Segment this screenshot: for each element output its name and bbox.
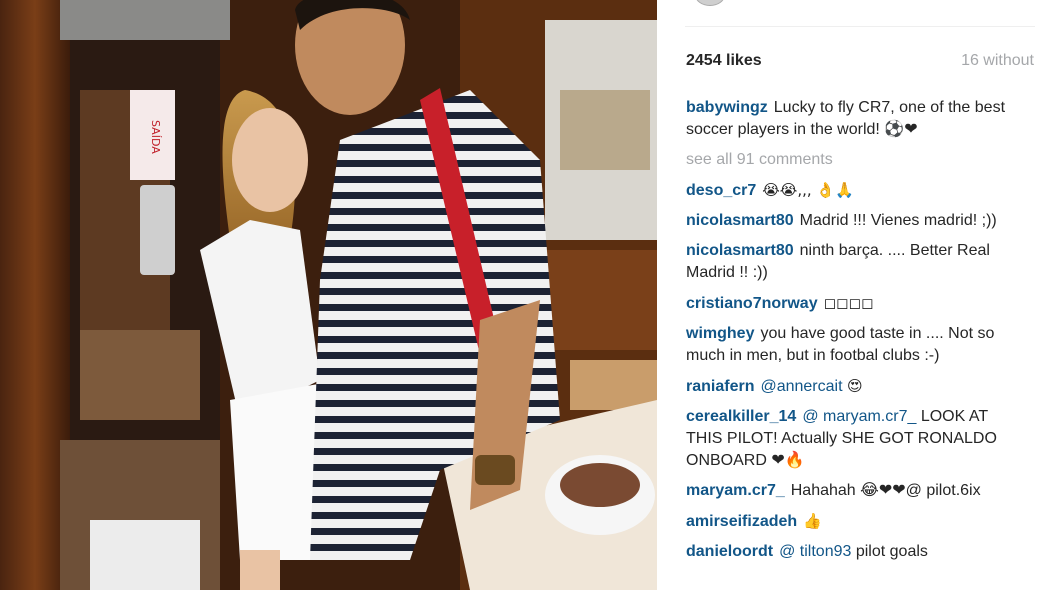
caption-username[interactable]: babywingz (686, 99, 768, 116)
list-item: nicolasmart80 ninth barça. .... Better Re… (686, 240, 1026, 284)
list-item: danieloordt @ tilton93 pilot goals (686, 541, 1026, 563)
comment-text: ◻◻◻◻ (823, 294, 874, 312)
comment-username[interactable]: deso_cr7 (686, 182, 756, 199)
comment-mention[interactable]: @ tilton93 (779, 543, 851, 560)
post-time[interactable]: 16 without (961, 52, 1034, 70)
comment-mention[interactable]: @ maryam.cr7_ (802, 408, 916, 425)
comment-mention[interactable]: @annercait (760, 378, 842, 395)
comment-username[interactable]: raniafern (686, 378, 754, 395)
list-item: cerealkiller_14 @ maryam.cr7_ LOOK AT THI… (686, 406, 1026, 472)
divider (685, 26, 1035, 27)
comment-text: Madrid !!! Vienes madrid! ;)) (799, 212, 997, 229)
comment-username[interactable]: nicolasmart80 (686, 212, 794, 229)
list-item: nicolasmart80 Madrid !!! Vienes madrid! ;… (686, 210, 1026, 232)
comment-text: pilot goals (855, 543, 928, 560)
list-item: raniafern @annercait 😍 (686, 375, 1026, 398)
comments-panel: 2454 likes 16 without babywingz Lucky to … (657, 0, 1050, 590)
list-item: maryam.cr7_ Hahahah 😂❤❤@ pilot.6ix (686, 480, 1026, 502)
comment-username[interactable]: amirseifizadeh (686, 513, 797, 530)
comment-text: 😭😭,,, 👌🙏 (762, 181, 854, 199)
comment-list: babywingz Lucky to fly CR7, one of the be… (686, 97, 1026, 571)
list-item: cristiano7norway ◻◻◻◻ (686, 292, 1026, 315)
comment-username[interactable]: nicolasmart80 (686, 242, 794, 259)
list-item: amirseifizadeh 👍 (686, 510, 1026, 533)
comment-text: Hahahah 😂❤❤@ pilot.6ix (790, 482, 981, 499)
post-photo[interactable]: SAÍDA (0, 0, 657, 590)
comment-text: 😍 (846, 377, 863, 395)
caption: babywingz Lucky to fly CR7, one of the be… (686, 97, 1026, 141)
comment-username[interactable]: cristiano7norway (686, 295, 818, 312)
comment-username[interactable]: maryam.cr7_ (686, 482, 785, 499)
list-item: deso_cr7 😭😭,,, 👌🙏 (686, 179, 1026, 202)
exit-sign-text: SAÍDA (149, 120, 162, 154)
comment-username[interactable]: wimghey (686, 325, 754, 342)
comment-username[interactable]: cerealkiller_14 (686, 408, 796, 425)
list-item: wimghey you have good taste in .... Not s… (686, 323, 1026, 367)
comment-text: 👍 (803, 512, 822, 530)
likes-count[interactable]: 2454 likes (686, 52, 762, 70)
post-image: SAÍDA (0, 0, 657, 590)
see-all-comments-link[interactable]: see all 91 comments (686, 149, 1026, 171)
comment-username[interactable]: danieloordt (686, 543, 773, 560)
avatar[interactable] (695, 0, 725, 6)
